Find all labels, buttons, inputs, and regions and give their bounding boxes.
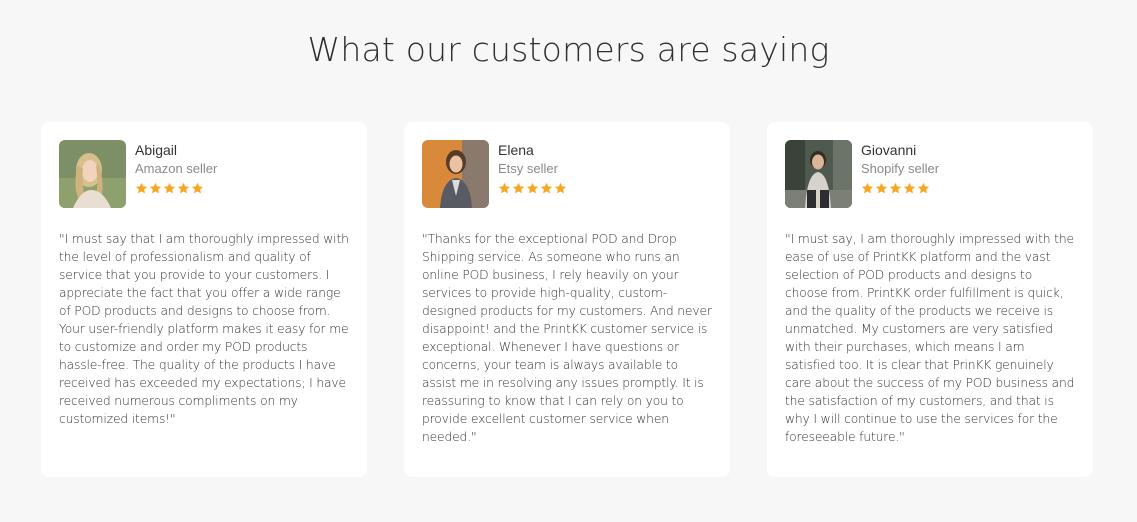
star-icon xyxy=(498,182,511,194)
star-icon xyxy=(875,182,888,194)
testimonial-cards: Abigail Amazon seller "I must say that I… xyxy=(41,122,1093,477)
testimonial-quote: "Thanks for the exceptional POD and Drop… xyxy=(422,232,712,444)
testimonials-section: What our customers are saying Abigail Am… xyxy=(0,0,1137,522)
star-icon xyxy=(149,182,162,194)
card-header: Elena Etsy seller xyxy=(422,140,712,208)
star-icon xyxy=(861,182,874,194)
star-icon xyxy=(554,182,567,194)
avatar-elena xyxy=(422,140,489,208)
star-icon xyxy=(512,182,525,194)
man-outdoors-avatar-icon xyxy=(785,140,852,208)
star-icon xyxy=(135,182,148,194)
testimonial-card-elena: Elena Etsy seller "Thanks for the except… xyxy=(404,122,730,477)
author-name: Abigail xyxy=(135,142,178,158)
author-role: Amazon seller xyxy=(135,161,218,176)
woman-orange-backdrop-avatar-icon xyxy=(422,140,489,208)
testimonial-quote: "I must say, I am thoroughly impressed w… xyxy=(785,232,1075,444)
star-icon xyxy=(191,182,204,194)
author-meta: Abigail Amazon seller xyxy=(135,140,217,195)
star-icon xyxy=(526,182,539,194)
card-header: Giovanni Shopify seller xyxy=(785,140,1075,208)
star-icon xyxy=(889,182,902,194)
star-rating xyxy=(135,182,217,195)
author-name: Elena xyxy=(498,142,534,158)
testimonial-card-abigail: Abigail Amazon seller "I must say that I… xyxy=(41,122,367,477)
star-rating xyxy=(861,182,939,195)
author-role: Etsy seller xyxy=(498,161,558,176)
star-icon xyxy=(903,182,916,194)
woman-blonde-avatar-icon xyxy=(59,140,126,208)
author-role: Shopify seller xyxy=(861,161,940,176)
star-icon xyxy=(163,182,176,194)
author-meta: Giovanni Shopify seller xyxy=(861,140,939,195)
star-icon xyxy=(177,182,190,194)
star-icon xyxy=(540,182,553,194)
author-name: Giovanni xyxy=(861,142,917,158)
avatar-giovanni xyxy=(785,140,852,208)
star-rating xyxy=(498,182,567,195)
testimonial-quote: "I must say that I am thoroughly impress… xyxy=(59,232,349,426)
card-header: Abigail Amazon seller xyxy=(59,140,349,208)
avatar-abigail xyxy=(59,140,126,208)
section-title: What our customers are saying xyxy=(307,30,830,69)
author-meta: Elena Etsy seller xyxy=(498,140,567,195)
star-icon xyxy=(917,182,930,194)
testimonial-card-giovanni: Giovanni Shopify seller "I must say, I a… xyxy=(767,122,1093,477)
